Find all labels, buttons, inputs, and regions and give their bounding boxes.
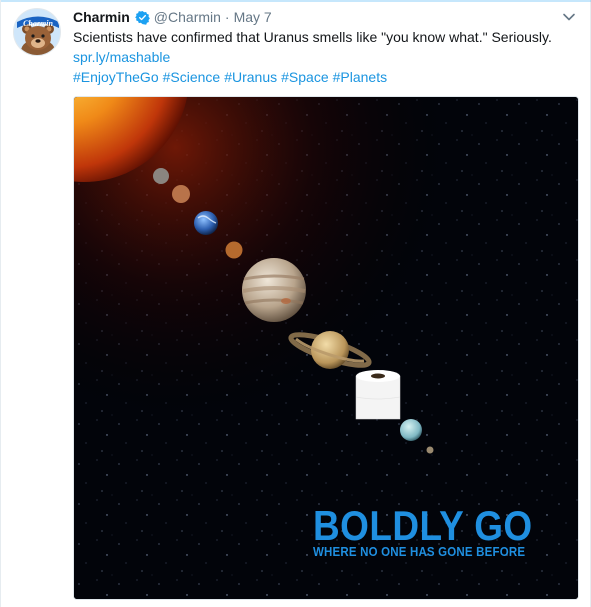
tweet-body: Scientists have confirmed that Uranus sm… (73, 27, 573, 87)
charmin-bear-avatar-image: Charmin (14, 9, 60, 55)
tweet-link[interactable]: spr.ly/mashable (73, 47, 573, 67)
neptune (400, 419, 422, 441)
tweet-timestamp[interactable]: May 7 (234, 9, 272, 25)
avatar[interactable]: Charmin (13, 8, 61, 56)
venus (172, 185, 190, 203)
chevron-down-icon[interactable] (562, 10, 576, 24)
hashtag-list: #EnjoyTheGo #Science #Uranus #Space #Planets (73, 67, 573, 87)
author-name[interactable]: Charmin (73, 9, 130, 25)
top-divider (1, 0, 591, 2)
pluto (426, 446, 434, 454)
verified-badge-icon (134, 10, 150, 25)
hashtag-science[interactable]: #Science (163, 69, 221, 85)
tweet-media-image[interactable]: BOLDLY GO WHERE NO ONE HAS GONE BEFORE (73, 96, 579, 600)
tweet-text: Scientists have confirmed that Uranus sm… (73, 29, 552, 45)
mars (225, 241, 243, 259)
mercury (153, 168, 169, 184)
avatar-logo-text: Charmin (23, 19, 53, 28)
separator-dot: · (224, 9, 230, 25)
hashtag-space[interactable]: #Space (281, 69, 328, 85)
hashtag-planets[interactable]: #Planets (333, 69, 387, 85)
jupiter (242, 258, 306, 322)
toilet-paper-roll (355, 370, 401, 420)
ad-tagline: WHERE NO ONE HAS GONE BEFORE (313, 545, 526, 559)
tweet-header: Charmin @Charmin · May 7 (73, 7, 272, 27)
tweet-card[interactable]: Charmin Charmin @Charmin · May 7 Scienti… (0, 0, 591, 607)
hashtag-uranus[interactable]: #Uranus (224, 69, 277, 85)
author-handle[interactable]: @Charmin (154, 9, 221, 25)
hashtag-enjoythego[interactable]: #EnjoyTheGo (73, 69, 159, 85)
ad-headline: BOLDLY GO (313, 502, 533, 549)
